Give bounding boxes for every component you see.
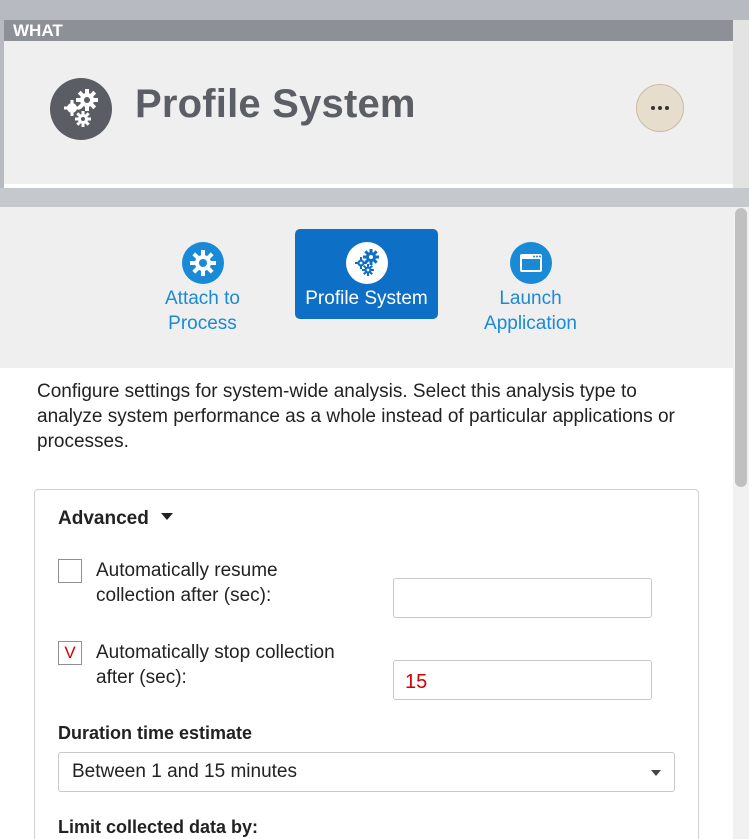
launch-label-line2: Application xyxy=(484,313,577,334)
page-title: Profile System xyxy=(135,82,416,126)
duration-select[interactable]: Between 1 and 15 minutes xyxy=(58,752,675,792)
more-dot xyxy=(658,106,662,110)
divider xyxy=(0,188,749,207)
gears-icon xyxy=(50,78,112,140)
stop-checkbox[interactable]: V xyxy=(58,641,82,665)
more-options-button[interactable] xyxy=(636,84,684,132)
advanced-toggle[interactable]: Advanced xyxy=(58,508,173,530)
gear-icon xyxy=(181,242,224,284)
what-panel: WHAT Profile System xyxy=(4,20,735,184)
more-dot xyxy=(665,106,669,110)
resume-label-line1: Automatically resume xyxy=(96,560,278,581)
resume-checkbox[interactable] xyxy=(58,559,82,583)
profile-system-button[interactable]: Profile System xyxy=(295,229,438,319)
more-dot xyxy=(651,106,655,110)
gears-icon xyxy=(345,242,388,284)
resume-seconds-input[interactable] xyxy=(393,578,652,618)
stop-seconds-input[interactable]: 15 xyxy=(393,660,652,700)
attach-to-process-button[interactable]: Attach to Process xyxy=(131,229,274,334)
attach-label-line1: Attach to xyxy=(165,288,240,309)
profile-label: Profile System xyxy=(305,288,428,309)
stop-label: Automatically stop collection after (sec… xyxy=(96,640,335,690)
stop-label-line1: Automatically stop collection xyxy=(96,642,335,663)
config-panel: Attach to Process Profile System Launch … xyxy=(0,207,733,839)
duration-label: Duration time estimate xyxy=(58,723,253,743)
limit-data-label: Limit collected data by: xyxy=(58,817,259,837)
section-label: WHAT xyxy=(4,20,733,41)
analysis-type-bar: Attach to Process Profile System Launch … xyxy=(0,207,733,368)
launch-label-line1: Launch xyxy=(499,288,562,309)
scrollbar-thumb[interactable] xyxy=(735,208,747,487)
caret-down-icon xyxy=(160,513,173,521)
resume-label-line2: collection after (sec): xyxy=(96,585,272,606)
advanced-section: Advanced Automatically resume collection… xyxy=(34,489,699,839)
launch-application-button[interactable]: Launch Application xyxy=(459,229,602,334)
window-icon xyxy=(509,242,552,284)
resume-label: Automatically resume collection after (s… xyxy=(96,558,278,608)
attach-label-line2: Process xyxy=(168,313,237,334)
chevron-down-icon xyxy=(651,770,661,776)
panel-edge xyxy=(733,20,749,188)
analysis-description: Configure settings for system-wide analy… xyxy=(37,381,675,452)
duration-value: Between 1 and 15 minutes xyxy=(72,761,297,782)
advanced-label: Advanced xyxy=(58,508,149,529)
stop-label-line2: after (sec): xyxy=(96,667,187,688)
